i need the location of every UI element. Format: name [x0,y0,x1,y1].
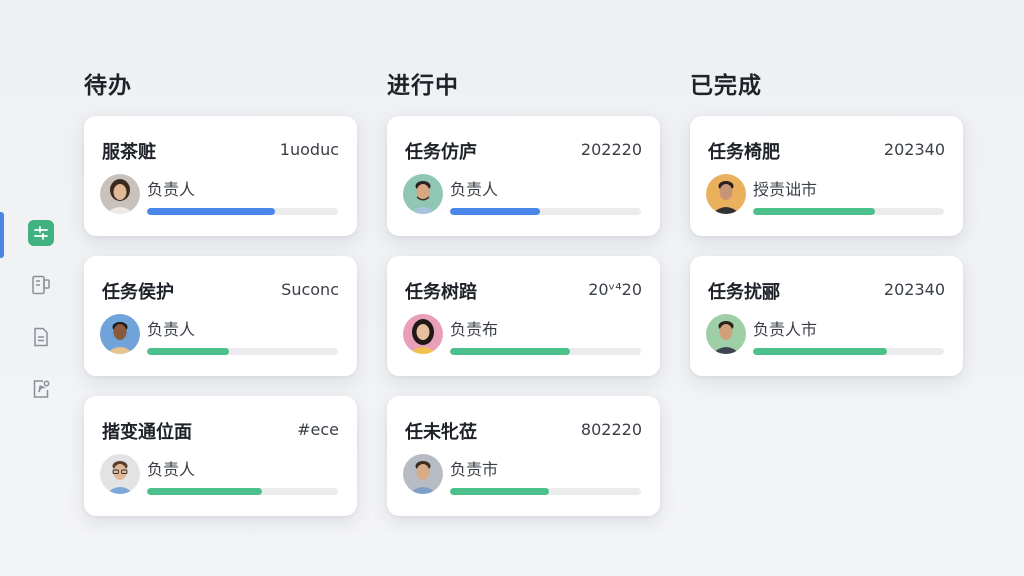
progress-bar [753,348,944,355]
task-code: 802220 [580,420,642,439]
assignee-label: 负责人 [450,180,499,199]
progress-fill [753,208,876,215]
document-icon [34,327,48,347]
task-card[interactable]: 任务侯护 Suconc 负责人 [84,256,357,376]
progress-bar [147,348,338,355]
column-title: 待办 [84,73,132,99]
progress-bar [753,208,944,215]
task-code: Suconc [281,280,339,299]
sidebar-item-board[interactable] [28,272,54,298]
avatar [403,174,443,214]
board-doc-icon [32,275,50,295]
progress-fill [147,208,275,215]
avatar [100,314,140,354]
task-title: 任务树踣 [405,282,477,303]
task-card[interactable]: 任务椅肥 202340 授责诎市 [690,116,963,236]
avatar [706,314,746,354]
assignee-label: 负责人 [147,320,196,339]
column-done: 已完成 任务椅肥 202340 授责诎市 任务扰郦 202340 负责人市 [690,60,965,396]
column-todo: 待办 服茶赃 1uoduc 负责人 任务侯护 Suconc 负责人 揩变通位面 … [84,60,359,536]
column-in-progress: 进行中 任务仿庐 202220 负责人 任务树踣 20ᵛ⁴20 负责布 任未牝莅… [387,60,662,536]
task-code: 202340 [883,140,945,159]
assignee-label: 负责人 [147,180,196,199]
assignee-label: 负责人市 [753,320,818,339]
avatar [706,174,746,214]
task-code: 202220 [580,140,642,159]
task-title: 服茶赃 [102,142,156,163]
ai-edit-icon [33,380,50,398]
sidebar-item-ai[interactable] [28,376,54,402]
task-title: 任务仿庐 [405,142,477,163]
task-title: 揩变通位面 [102,422,192,443]
progress-fill [753,348,887,355]
assignee-label: 负责人 [147,460,196,479]
avatar [100,454,140,494]
assignee-label: 授责诎市 [753,180,818,199]
assignee-label: 负责市 [450,460,499,479]
task-card[interactable]: 任务树踣 20ᵛ⁴20 负责布 [387,256,660,376]
assignee-label: 负责布 [450,320,499,339]
task-card[interactable]: 任务扰郦 202340 负责人市 [690,256,963,376]
progress-bar [450,488,641,495]
task-title: 任未牝莅 [405,422,477,443]
progress-fill [147,488,262,495]
task-code: 1uoduc [279,140,339,159]
progress-fill [450,488,550,495]
avatar [403,454,443,494]
progress-fill [450,348,571,355]
task-card[interactable]: 任未牝莅 802220 负责市 [387,396,660,516]
progress-bar [450,208,641,215]
task-card[interactable]: 服茶赃 1uoduc 负责人 [84,116,357,236]
progress-bar [147,488,338,495]
avatar [403,314,443,354]
kanban-icon [34,226,48,240]
sidebar-item-documents[interactable] [28,324,54,350]
task-card[interactable]: 揩变通位面 #ece 负责人 [84,396,357,516]
progress-bar [450,348,641,355]
task-code: #ece [297,420,339,439]
task-code: 202340 [883,280,945,299]
task-title: 任务扰郦 [708,282,780,303]
sidebar-item-kanban[interactable] [28,220,54,246]
sidebar [0,200,70,430]
task-card[interactable]: 任务仿庐 202220 负责人 [387,116,660,236]
task-title: 任务椅肥 [708,142,780,163]
progress-fill [450,208,540,215]
avatar [100,174,140,214]
progress-bar [147,208,338,215]
task-code: 20ᵛ⁴20 [588,280,642,299]
column-title: 进行中 [387,73,459,99]
task-title: 任务侯护 [102,282,174,303]
sidebar-active-indicator [0,212,4,258]
progress-fill [147,348,230,355]
column-title: 已完成 [690,73,762,99]
